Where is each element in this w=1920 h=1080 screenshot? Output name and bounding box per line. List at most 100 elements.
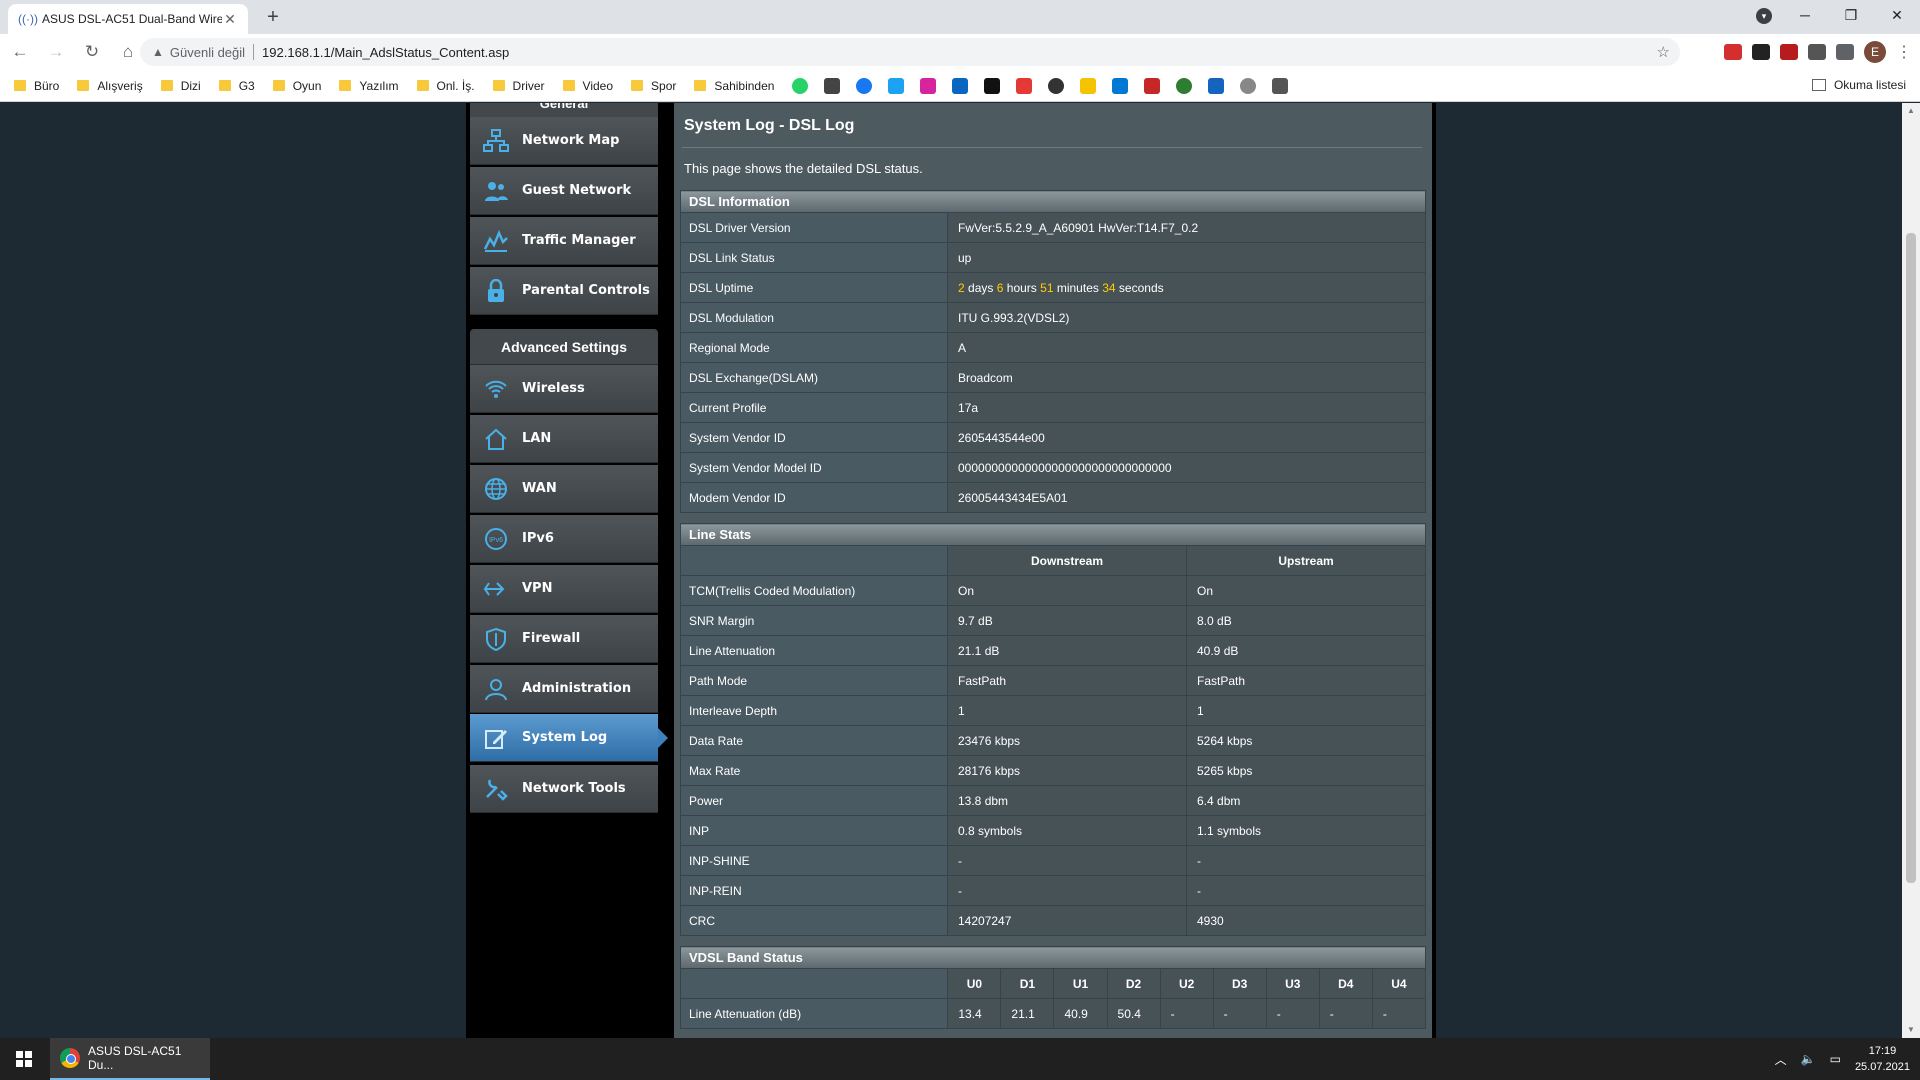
- bookmark-star-icon[interactable]: ☆: [1657, 43, 1670, 61]
- scrollbar-thumb[interactable]: [1906, 233, 1916, 883]
- volume-icon[interactable]: 🔈: [1801, 1052, 1816, 1066]
- extension-reader-icon[interactable]: [1808, 44, 1826, 60]
- bookmark-folder[interactable]: Büro: [14, 79, 59, 93]
- row-label: Path Mode: [680, 665, 948, 696]
- tray-chevron-icon[interactable]: ︿: [1775, 1051, 1787, 1068]
- bookmark-site-icon[interactable]: [1208, 77, 1225, 94]
- sidebar-item-guest-network[interactable]: Guest Network: [470, 167, 658, 215]
- scroll-down-icon[interactable]: ▼: [1902, 1022, 1920, 1038]
- taskbar-chrome-app[interactable]: ASUS DSL-AC51 Du...: [50, 1038, 210, 1080]
- sidebar-item-wireless[interactable]: Wireless: [470, 365, 658, 413]
- bookmark-folder[interactable]: Oyun: [272, 79, 321, 93]
- whatsapp-icon[interactable]: [792, 77, 809, 94]
- address-bar[interactable]: ▲ Güvenli değil 192.168.1.1/Main_AdslSta…: [140, 38, 1680, 66]
- browser-tab[interactable]: ((·)) ASUS DSL-AC51 Dual-Band Wire ✕: [8, 4, 248, 34]
- section-header: DSL Information: [680, 190, 1426, 213]
- band-header-u2: U2: [1159, 968, 1214, 999]
- back-icon[interactable]: ←: [4, 38, 36, 66]
- extension-lastpass-icon[interactable]: [1724, 44, 1742, 60]
- bookmark-folder[interactable]: Onl. İş.: [416, 79, 475, 93]
- sidebar-item-wan[interactable]: WAN: [470, 465, 658, 513]
- bookmark-folder[interactable]: Dizi: [160, 79, 201, 93]
- bookmark-site-icon[interactable]: [824, 77, 841, 94]
- sidebar-item-network-map[interactable]: Network Map: [470, 117, 658, 165]
- guest-network-icon: [482, 178, 510, 204]
- extension-incognito-icon[interactable]: [1752, 44, 1770, 60]
- table-row: SNR Margin 9.7 dB 8.0 dB: [680, 605, 1426, 636]
- reload-icon[interactable]: ↻: [76, 38, 108, 66]
- svg-text:IPv6: IPv6: [489, 537, 503, 544]
- bookmark-site-icon[interactable]: [984, 77, 1001, 94]
- network-icon[interactable]: ▭: [1830, 1052, 1841, 1066]
- scroll-up-icon[interactable]: ▲: [1902, 103, 1920, 119]
- upstream-value: 6.4 dbm: [1186, 785, 1426, 816]
- bookmark-folder[interactable]: Sahibinden: [694, 79, 774, 93]
- section-header: Line Stats: [680, 523, 1426, 546]
- bookmark-folder[interactable]: Spor: [631, 79, 676, 93]
- forward-icon[interactable]: →: [40, 38, 72, 66]
- tab-search-icon[interactable]: ▾: [1756, 8, 1772, 24]
- apple-icon[interactable]: [1240, 77, 1257, 94]
- downstream-value: 28176 kbps: [947, 755, 1187, 786]
- row-value: up: [947, 242, 1426, 273]
- restore-icon[interactable]: ❐: [1828, 0, 1874, 30]
- minimize-icon[interactable]: ─: [1782, 0, 1828, 30]
- twitter-icon[interactable]: [888, 77, 905, 94]
- row-label: Modem Vendor ID: [680, 482, 948, 513]
- sidebar-item-traffic-manager[interactable]: Traffic Manager: [470, 217, 658, 265]
- table-row: Interleave Depth 1 1: [680, 695, 1426, 726]
- page-scrollbar[interactable]: ▲ ▼: [1902, 103, 1920, 1038]
- bookmark-folder[interactable]: Driver: [492, 79, 545, 93]
- bookmark-site-icon[interactable]: [1176, 77, 1193, 94]
- row-value: 17a: [947, 392, 1426, 423]
- bookmark-folder[interactable]: Yazılım: [339, 79, 399, 93]
- profile-avatar[interactable]: E: [1864, 41, 1886, 63]
- linkedin-icon[interactable]: [952, 77, 969, 94]
- sidebar-item-system-log[interactable]: System Log: [470, 714, 668, 762]
- sidebar-item-network-tools[interactable]: Network Tools: [470, 765, 658, 813]
- bookmark-site-icon[interactable]: [1048, 77, 1065, 94]
- security-label[interactable]: Güvenli değil: [170, 45, 245, 60]
- column-header-blank: [679, 968, 949, 999]
- uptime-minutes-label: minutes: [1056, 280, 1099, 295]
- facebook-icon[interactable]: [856, 77, 873, 94]
- warning-icon[interactable]: ▲: [152, 45, 164, 59]
- sidebar-item-lan[interactable]: LAN: [470, 415, 658, 463]
- table-row: Line Attenuation 21.1 dB 40.9 dB: [680, 635, 1426, 666]
- bookmark-site-icon[interactable]: [1144, 77, 1161, 94]
- bookmark-folder[interactable]: Alışveriş: [77, 79, 143, 93]
- table-row: DSL Uptime 2 days 6 hours 51 minutes 34 s…: [680, 272, 1426, 303]
- start-button[interactable]: [0, 1038, 48, 1080]
- sidebar-item-ipv6[interactable]: IPv6 IPv6: [470, 515, 658, 563]
- sidebar-item-vpn[interactable]: VPN: [470, 565, 658, 613]
- extension-ublock-icon[interactable]: [1780, 44, 1798, 60]
- clock[interactable]: 17:19 25.07.2021: [1855, 1043, 1910, 1075]
- vpn-icon: [482, 576, 510, 602]
- menu-dots-icon[interactable]: ⋮: [1896, 42, 1912, 62]
- downstream-value: On: [947, 575, 1187, 606]
- folder-icon: [272, 80, 285, 91]
- url-text[interactable]: 192.168.1.1/Main_AdslStatus_Content.asp: [262, 45, 509, 60]
- new-tab-button[interactable]: +: [262, 6, 284, 28]
- bookmark-site-icon[interactable]: [1016, 77, 1033, 94]
- outlook-icon[interactable]: [1112, 77, 1129, 94]
- bookmark-site-icon[interactable]: [1080, 77, 1097, 94]
- row-label: Interleave Depth: [680, 695, 948, 726]
- downstream-value: 13.8 dbm: [947, 785, 1187, 816]
- sidebar-item-firewall[interactable]: Firewall: [470, 615, 658, 663]
- close-window-icon[interactable]: ✕: [1874, 0, 1920, 30]
- bookmark-folder[interactable]: Video: [562, 79, 613, 93]
- bookmark-folder[interactable]: G3: [218, 79, 255, 93]
- reading-list-button[interactable]: Okuma listesi: [1811, 78, 1906, 92]
- upstream-value: 8.0 dB: [1186, 605, 1426, 636]
- instagram-icon[interactable]: [920, 77, 937, 94]
- table-row: INP-SHINE - -: [680, 845, 1426, 876]
- sidebar-item-label: System Log: [522, 730, 608, 745]
- sidebar-item-parental-controls[interactable]: Parental Controls: [470, 267, 658, 315]
- extensions-puzzle-icon[interactable]: [1836, 44, 1854, 60]
- sidebar-item-administration[interactable]: Administration: [470, 665, 658, 713]
- close-tab-icon[interactable]: ✕: [222, 11, 238, 28]
- upstream-value: 5264 kbps: [1186, 725, 1426, 756]
- bookmark-site-icon[interactable]: [1272, 77, 1289, 94]
- clock-time: 17:19: [1868, 1045, 1897, 1057]
